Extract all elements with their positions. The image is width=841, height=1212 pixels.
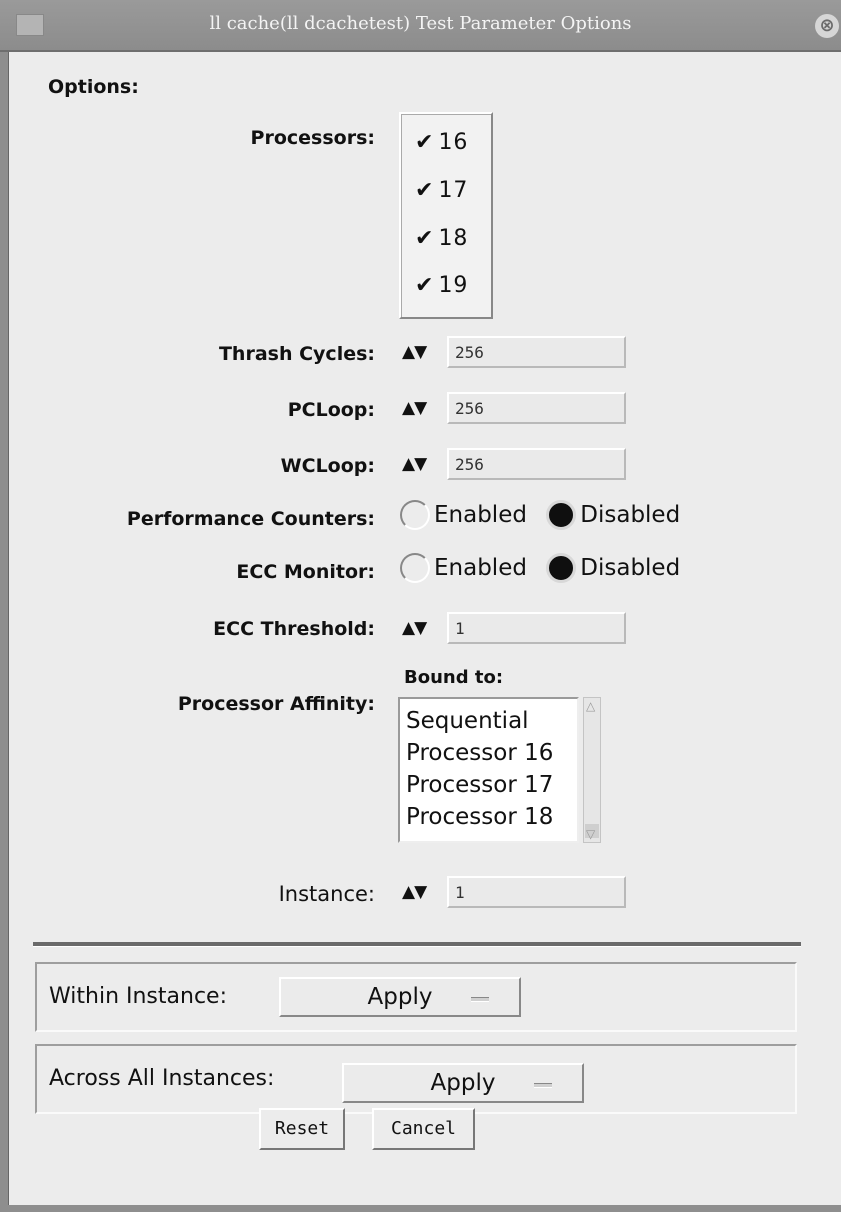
- across-all-instances-label: Across All Instances:: [49, 1066, 275, 1091]
- scroll-up-icon[interactable]: △: [586, 699, 598, 713]
- across-all-instances-group: Across All Instances: Apply: [35, 1044, 797, 1114]
- list-item[interactable]: Processor 16: [406, 737, 571, 769]
- check-icon: ✔: [415, 178, 435, 203]
- within-instance-group: Within Instance: Apply: [35, 962, 797, 1032]
- thrash-cycles-input[interactable]: 256: [447, 336, 626, 368]
- list-item[interactable]: Processor 17: [406, 769, 571, 801]
- reset-button[interactable]: Reset: [259, 1108, 345, 1150]
- ecc-monitor-radio-group: Enabled Disabled: [400, 553, 692, 589]
- processor-checkbox-19[interactable]: ✔ 19: [415, 273, 468, 298]
- ecc-monitor-enabled-radio[interactable]: [400, 553, 430, 583]
- performance-counters-enabled-radio[interactable]: [400, 500, 430, 530]
- ecc-threshold-input[interactable]: 1: [447, 612, 626, 644]
- list-item[interactable]: Sequential: [406, 705, 571, 737]
- performance-counters-disabled-radio[interactable]: [546, 500, 577, 530]
- option-menu-icon: [534, 1083, 552, 1088]
- apply-label: Apply: [367, 984, 433, 1010]
- pcloop-input[interactable]: 256: [447, 392, 626, 424]
- processor-label: 19: [438, 273, 469, 298]
- processor-label: 18: [438, 226, 469, 251]
- processor-label: 16: [438, 130, 469, 155]
- ecc-monitor-label: ECC Monitor:: [236, 561, 375, 583]
- cancel-button[interactable]: Cancel: [372, 1108, 475, 1150]
- performance-counters-label: Performance Counters:: [126, 508, 375, 530]
- radio-label: Disabled: [580, 555, 681, 581]
- scroll-down-icon[interactable]: ▽: [586, 827, 598, 841]
- bound-to-label: Bound to:: [404, 667, 504, 688]
- wcloop-spinner: ▲▼ 256: [402, 448, 628, 480]
- thrash-cycles-label: Thrash Cycles:: [218, 343, 375, 365]
- pcloop-spinner: ▲▼ 256: [402, 392, 628, 424]
- check-icon: ✔: [415, 273, 435, 298]
- pcloop-label: PCLoop:: [287, 399, 375, 421]
- thrash-cycles-spinner: ▲▼ 256: [402, 336, 628, 368]
- processor-affinity-label: Processor Affinity:: [177, 693, 375, 715]
- spin-arrows-icon[interactable]: ▲▼: [402, 618, 427, 638]
- radio-label: Disabled: [580, 502, 681, 528]
- window-frame: [0, 52, 9, 1212]
- radio-label: Enabled: [434, 555, 527, 581]
- within-instance-label: Within Instance:: [49, 984, 227, 1009]
- title-bar: ll cache(ll dcachetest) Test Parameter O…: [0, 0, 841, 52]
- check-icon: ✔: [415, 226, 435, 251]
- ecc-threshold-spinner: ▲▼ 1: [402, 612, 628, 644]
- check-icon: ✔: [415, 130, 435, 155]
- window-title: ll cache(ll dcachetest) Test Parameter O…: [209, 13, 632, 34]
- within-instance-apply-menu[interactable]: Apply: [279, 977, 521, 1017]
- processor-label: 17: [438, 178, 469, 203]
- options-heading: Options:: [48, 76, 139, 98]
- separator: [33, 942, 801, 947]
- performance-counters-radio-group: Enabled Disabled: [400, 500, 692, 536]
- processors-label: Processors:: [250, 127, 375, 149]
- wcloop-label: WCLoop:: [280, 455, 375, 477]
- spin-arrows-icon[interactable]: ▲▼: [402, 398, 427, 418]
- list-item[interactable]: Processor 18: [406, 801, 571, 833]
- ecc-monitor-disabled-radio[interactable]: [546, 553, 577, 583]
- spin-arrows-icon[interactable]: ▲▼: [402, 882, 427, 902]
- window-frame-bottom: [0, 1205, 841, 1212]
- instance-spinner: ▲▼ 1: [402, 876, 628, 908]
- spin-arrows-icon[interactable]: ▲▼: [402, 342, 427, 362]
- close-icon[interactable]: ⊗: [815, 14, 839, 38]
- instance-input[interactable]: 1: [447, 876, 626, 908]
- ecc-threshold-label: ECC Threshold:: [213, 618, 375, 640]
- across-all-instances-apply-menu[interactable]: Apply: [342, 1063, 584, 1103]
- processor-checkbox-18[interactable]: ✔ 18: [415, 226, 468, 251]
- spin-arrows-icon[interactable]: ▲▼: [402, 454, 427, 474]
- processor-checkbox-17[interactable]: ✔ 17: [415, 178, 468, 203]
- processor-checkbox-16[interactable]: ✔ 16: [415, 130, 468, 155]
- instance-label: Instance:: [278, 882, 375, 906]
- option-menu-icon: [471, 997, 489, 1002]
- wcloop-input[interactable]: 256: [447, 448, 626, 480]
- processors-checkbox-group: ✔ 16 ✔ 17 ✔ 18 ✔ 19: [399, 112, 493, 319]
- apply-label: Apply: [430, 1070, 496, 1096]
- radio-label: Enabled: [434, 502, 527, 528]
- processor-affinity-scrollbar[interactable]: △ ▽: [583, 697, 601, 843]
- processor-affinity-list[interactable]: Sequential Processor 16 Processor 17 Pro…: [398, 697, 579, 843]
